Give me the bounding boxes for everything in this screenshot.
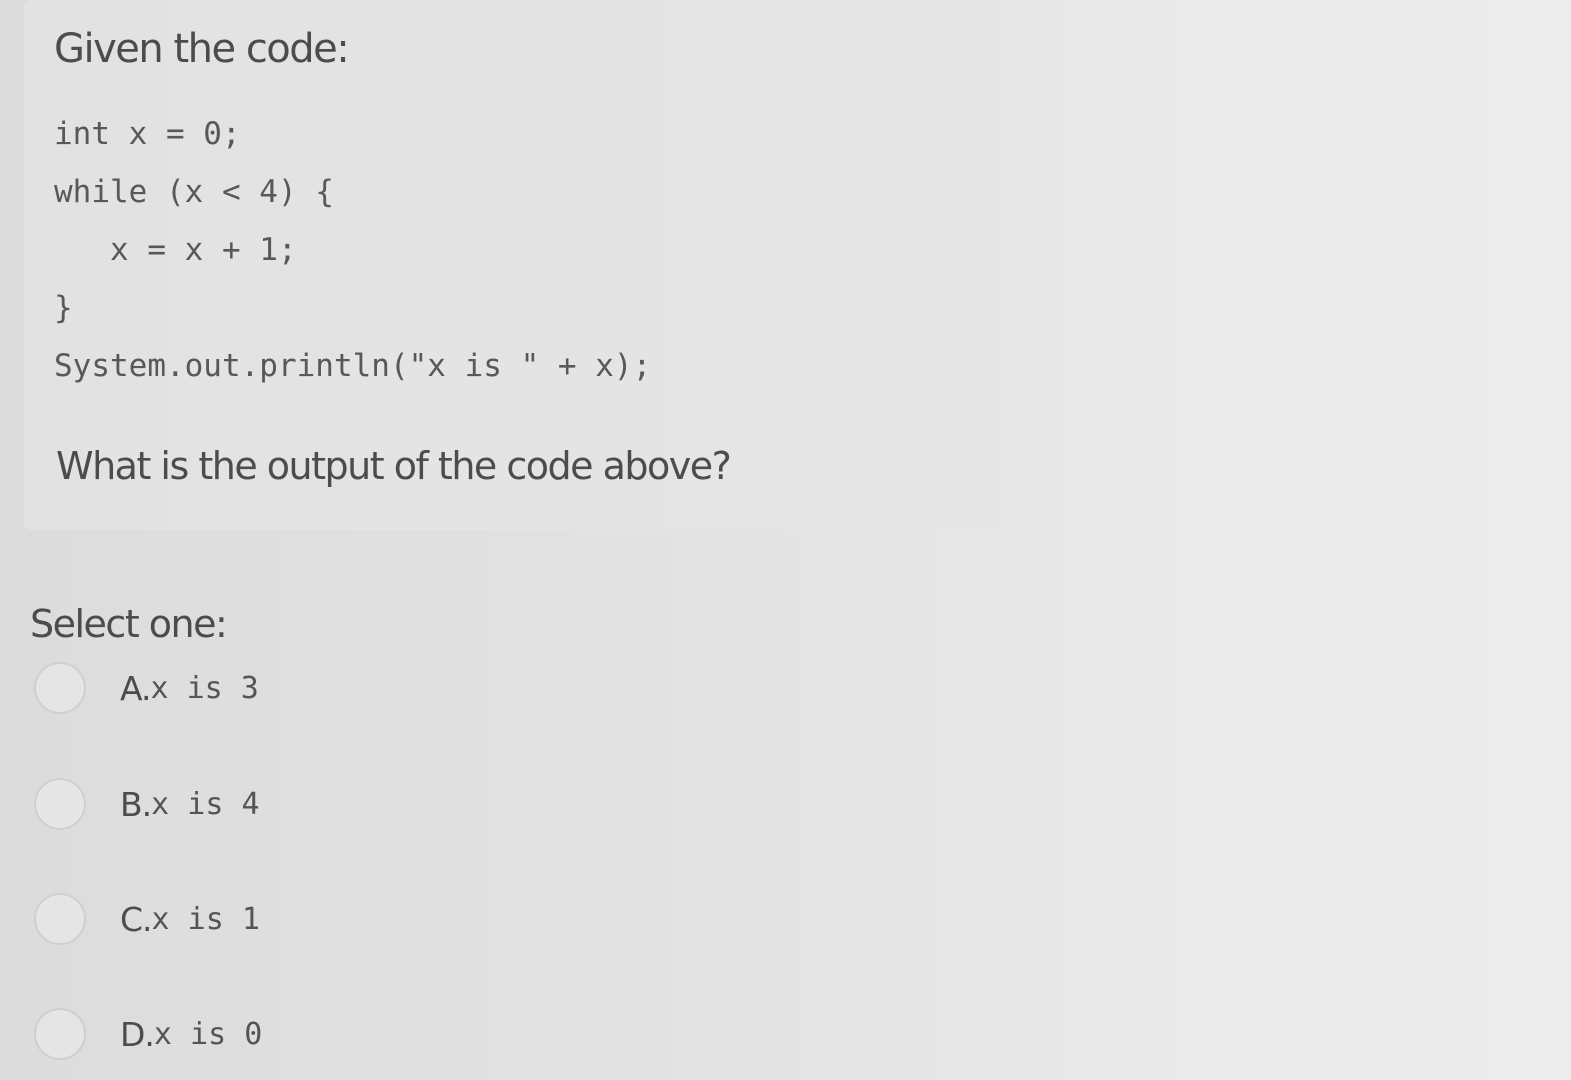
code-line: }	[54, 290, 73, 326]
radio-button[interactable]	[34, 662, 86, 714]
option-letter: B.	[120, 784, 152, 824]
question-prompt: What is the output of the code above?	[56, 444, 732, 488]
question-intro: Given the code:	[54, 26, 350, 72]
option-text[interactable]: x is 0	[154, 1017, 262, 1052]
answer-option-d[interactable]: D. x is 0	[34, 1006, 262, 1062]
option-text[interactable]: x is 1	[152, 902, 260, 937]
option-text[interactable]: x is 3	[150, 671, 258, 706]
option-text[interactable]: x is 4	[151, 787, 259, 822]
radio-button[interactable]	[34, 893, 86, 945]
option-letter: C.	[120, 899, 153, 939]
answer-option-c[interactable]: C. x is 1	[34, 891, 260, 947]
answer-option-b[interactable]: B. x is 4	[34, 776, 260, 832]
radio-button[interactable]	[34, 778, 86, 830]
select-one-label: Select one:	[30, 602, 228, 646]
option-letter: D.	[120, 1014, 155, 1054]
code-block: int x = 0; while (x < 4) { x = x + 1; } …	[54, 112, 651, 402]
option-letter: A.	[120, 668, 152, 708]
answer-option-a[interactable]: A. x is 3	[34, 660, 259, 716]
code-line: System.out.println("x is " + x);	[54, 348, 652, 384]
code-line: while (x < 4) {	[54, 174, 334, 210]
radio-button[interactable]	[34, 1008, 86, 1060]
code-line: x = x + 1;	[54, 232, 297, 268]
code-line: int x = 0;	[54, 116, 241, 152]
